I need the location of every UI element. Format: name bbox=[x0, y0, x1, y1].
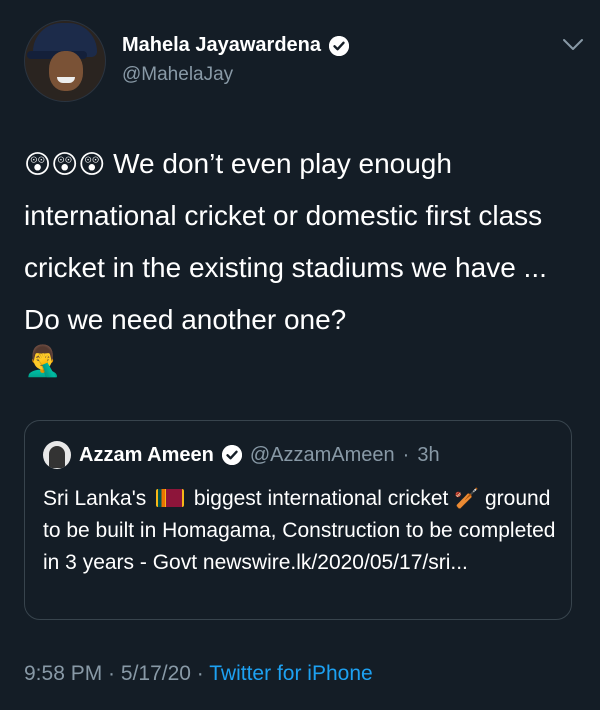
quoted-tweet-card[interactable]: Azzam Ameen @AzzamAmeen · 3h Sri Lanka's… bbox=[24, 420, 572, 620]
cricket-bat-icon: 🏏 bbox=[454, 488, 480, 510]
meta-separator: · bbox=[102, 662, 121, 685]
meta-separator-2: · bbox=[190, 662, 210, 685]
tweet-source-link[interactable]: Twitter for iPhone bbox=[209, 662, 372, 685]
tweet-body: 😲😲😲 We don’t even play enough internatio… bbox=[24, 138, 579, 346]
author-display-name[interactable]: Mahela Jayawardena bbox=[122, 34, 321, 57]
tweet-meta: 9:58 PM · 5/17/20 · Twitter for iPhone bbox=[24, 662, 373, 686]
author-name-row: Mahela Jayawardena bbox=[122, 34, 349, 57]
sri-lanka-flag-icon bbox=[156, 489, 185, 507]
tweet-header: Mahela Jayawardena @MahelaJay bbox=[24, 20, 584, 106]
quoted-tweet-header: Azzam Ameen @AzzamAmeen · 3h bbox=[43, 441, 440, 469]
quoted-author-avatar bbox=[43, 441, 71, 469]
quoted-time: 3h bbox=[417, 443, 440, 466]
avatar-face bbox=[49, 51, 83, 91]
quoted-tweet-text: Sri Lanka's biggest international cricke… bbox=[43, 483, 558, 579]
quoted-link[interactable]: newswire.lk/2020/05/17/sri... bbox=[203, 551, 468, 574]
quoted-separator: · bbox=[402, 443, 410, 466]
quoted-text-part2: biggest international cricket bbox=[193, 487, 449, 510]
author-avatar[interactable] bbox=[24, 20, 106, 102]
quoted-text-part1: Sri Lanka's bbox=[43, 487, 147, 510]
facepalm-emoji-icon: 🤦‍♂️ bbox=[24, 345, 62, 378]
chevron-down-icon[interactable] bbox=[562, 38, 584, 52]
tweet-time: 9:58 PM bbox=[24, 662, 103, 685]
quoted-author-name: Azzam Ameen bbox=[79, 443, 214, 466]
tweet-date: 5/17/20 bbox=[120, 662, 191, 685]
verified-badge-icon bbox=[329, 35, 349, 56]
verified-badge-icon bbox=[221, 445, 242, 465]
author-handle[interactable]: @MahelaJay bbox=[122, 64, 233, 86]
quoted-author-handle: @AzzamAmeen bbox=[249, 443, 395, 466]
astonished-face-emoji-icon: 😲😲😲 bbox=[24, 149, 106, 179]
